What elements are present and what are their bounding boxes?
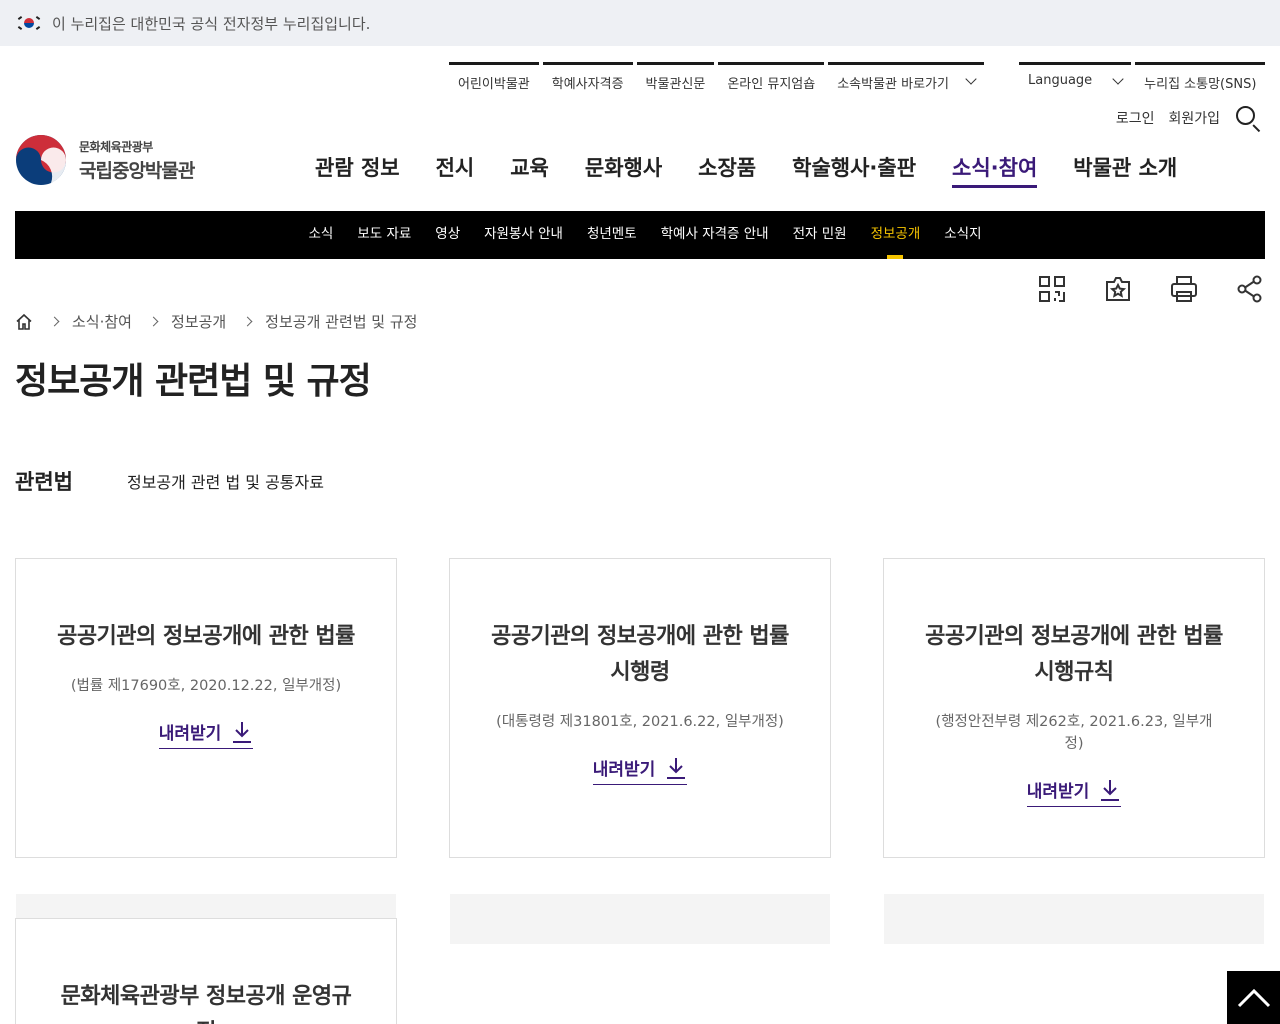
tab-common-materials[interactable]: 정보공개 관련 법 및 공통자료 xyxy=(127,469,324,493)
tab-related-laws[interactable]: 관련법 xyxy=(15,466,73,496)
util-link-curator-license[interactable]: 학예사자격증 xyxy=(542,62,633,102)
page-title: 정보공개 관련법 및 규정 xyxy=(15,361,372,402)
qr-code-icon[interactable] xyxy=(1037,274,1067,304)
logo-emblem-icon xyxy=(16,135,67,185)
loading-placeholder xyxy=(884,894,1264,944)
language-dropdown[interactable]: Language xyxy=(1019,62,1132,102)
card-title: 문화체육관광부 정보공개 운영규정 xyxy=(60,984,352,1024)
card-meta: (법률 제17690호, 2020.12.22, 일부개정) xyxy=(70,678,342,694)
login-link[interactable]: 로그인 xyxy=(1116,108,1155,128)
download-label: 내려받기 xyxy=(158,724,222,744)
home-icon[interactable] xyxy=(15,313,33,331)
download-icon xyxy=(667,757,686,779)
breadcrumb: 소식·참여 정보공개 정보공개 관련법 및 규정 xyxy=(15,311,417,332)
download-button[interactable]: 내려받기 xyxy=(158,719,254,749)
gnb-education[interactable]: 교육 xyxy=(492,152,567,188)
download-button[interactable]: 내려받기 xyxy=(1026,777,1122,807)
util-link-online-shop[interactable]: 온라인 뮤지엄숍 xyxy=(718,62,825,102)
utility-links-right: Language 누리집 소통망(SNS) xyxy=(1019,62,1266,102)
sns-label: 누리집 소통망(SNS) xyxy=(1144,77,1257,92)
signup-link[interactable]: 회원가입 xyxy=(1168,108,1220,128)
gnb-exhibition[interactable]: 전시 xyxy=(418,152,493,188)
card-meta: (행정안전부령 제262호, 2021.6.23, 일부개정) xyxy=(935,714,1213,752)
law-card: 공공기관의 정보공개에 관한 법률 시행규칙 (행정안전부령 제262호, 20… xyxy=(883,558,1265,858)
card-meta: (대통령령 제31801호, 2021.6.22, 일부개정) xyxy=(496,714,784,730)
sns-dropdown[interactable]: 누리집 소통망(SNS) xyxy=(1135,62,1266,102)
breadcrumb-current: 정보공개 관련법 및 규정 xyxy=(265,313,418,331)
back-to-top-button[interactable] xyxy=(1227,971,1280,1024)
breadcrumb-item[interactable]: 정보공개 xyxy=(171,311,226,332)
share-icon[interactable] xyxy=(1235,274,1265,304)
subnav-news[interactable]: 소식 xyxy=(296,211,345,259)
chevron-right-icon xyxy=(242,316,253,327)
util-link-museum-news[interactable]: 박물관신문 xyxy=(636,62,715,102)
chevron-right-icon xyxy=(148,316,159,327)
sub-nav: 소식 보도 자료 영상 자원봉사 안내 청년멘토 학예사 자격증 안내 전자 민… xyxy=(15,211,1265,259)
law-card: 공공기관의 정보공개에 관한 법률 (법률 제17690호, 2020.12.2… xyxy=(15,558,397,858)
bookmark-star-icon[interactable] xyxy=(1103,274,1133,304)
download-icon xyxy=(1101,779,1120,801)
logo-ministry: 문화체육관광부 xyxy=(79,139,153,154)
chevron-right-icon xyxy=(49,316,60,327)
affiliates-label: 소속박물관 바로가기 xyxy=(837,77,949,92)
gnb-collection[interactable]: 소장품 xyxy=(680,152,774,188)
chevron-down-icon xyxy=(1112,73,1124,85)
chevron-up-icon xyxy=(1237,988,1270,1007)
download-label: 내려받기 xyxy=(592,760,656,780)
loading-placeholder xyxy=(450,894,830,944)
download-button[interactable]: 내려받기 xyxy=(592,755,688,785)
subnav-information-disclosure[interactable]: 정보공개 xyxy=(859,211,933,259)
affiliates-dropdown[interactable]: 소속박물관 바로가기 xyxy=(828,62,984,102)
gov-banner-text: 이 누리집은 대한민국 공식 전자정부 누리집입니다. xyxy=(52,14,371,33)
law-card: 공공기관의 정보공개에 관한 법률 시행령 (대통령령 제31801호, 202… xyxy=(449,558,831,858)
main-nav: 관람 정보 전시 교육 문화행사 소장품 학술행사·출판 소식·참여 박물관 소… xyxy=(297,152,1195,188)
subnav-video[interactable]: 영상 xyxy=(423,211,472,259)
page-tools xyxy=(1037,274,1265,304)
utility-links: 어린이박물관 학예사자격증 박물관신문 온라인 뮤지엄숍 소속박물관 바로가기 xyxy=(449,62,988,102)
breadcrumb-item[interactable]: 소식·참여 xyxy=(72,311,132,332)
gnb-academic-publication[interactable]: 학술행사·출판 xyxy=(774,152,934,188)
gnb-visit-info[interactable]: 관람 정보 xyxy=(297,152,418,188)
subnav-newsletter[interactable]: 소식지 xyxy=(932,211,993,259)
download-icon xyxy=(233,721,252,743)
download-label: 내려받기 xyxy=(1026,782,1090,802)
language-label: Language xyxy=(1028,73,1093,88)
card-title: 공공기관의 정보공개에 관한 법률 시행규칙 xyxy=(925,624,1223,685)
law-card: 문화체육관광부 정보공개 운영규정 xyxy=(15,918,397,1024)
logo-name: 국립중앙박물관 xyxy=(79,159,195,182)
subnav-youth-mentor[interactable]: 청년멘토 xyxy=(575,211,649,259)
print-icon[interactable] xyxy=(1169,274,1199,304)
law-tabs: 관련법 정보공개 관련 법 및 공통자료 xyxy=(15,466,324,496)
gov-banner: 이 누리집은 대한민국 공식 전자정부 누리집입니다. xyxy=(0,0,1280,46)
search-icon[interactable] xyxy=(1234,104,1262,133)
util-link-kids-museum[interactable]: 어린이박물관 xyxy=(449,62,539,102)
chevron-down-icon xyxy=(965,73,977,85)
korean-flag-icon xyxy=(17,15,41,31)
subnav-volunteer[interactable]: 자원봉사 안내 xyxy=(472,211,575,259)
subnav-e-petition[interactable]: 전자 민원 xyxy=(781,211,859,259)
subnav-press[interactable]: 보도 자료 xyxy=(345,211,423,259)
gnb-about-museum[interactable]: 박물관 소개 xyxy=(1055,152,1195,188)
card-title: 공공기관의 정보공개에 관한 법률 시행령 xyxy=(491,624,789,685)
gnb-culture-events[interactable]: 문화행사 xyxy=(567,152,680,188)
subnav-curator-license[interactable]: 학예사 자격증 안내 xyxy=(649,211,781,259)
account-links: 로그인 회원가입 xyxy=(1116,104,1262,133)
site-logo[interactable]: 문화체육관광부 국립중앙박물관 xyxy=(15,134,195,186)
card-title: 공공기관의 정보공개에 관한 법률 xyxy=(57,624,355,649)
gnb-news-participation[interactable]: 소식·참여 xyxy=(934,152,1055,188)
